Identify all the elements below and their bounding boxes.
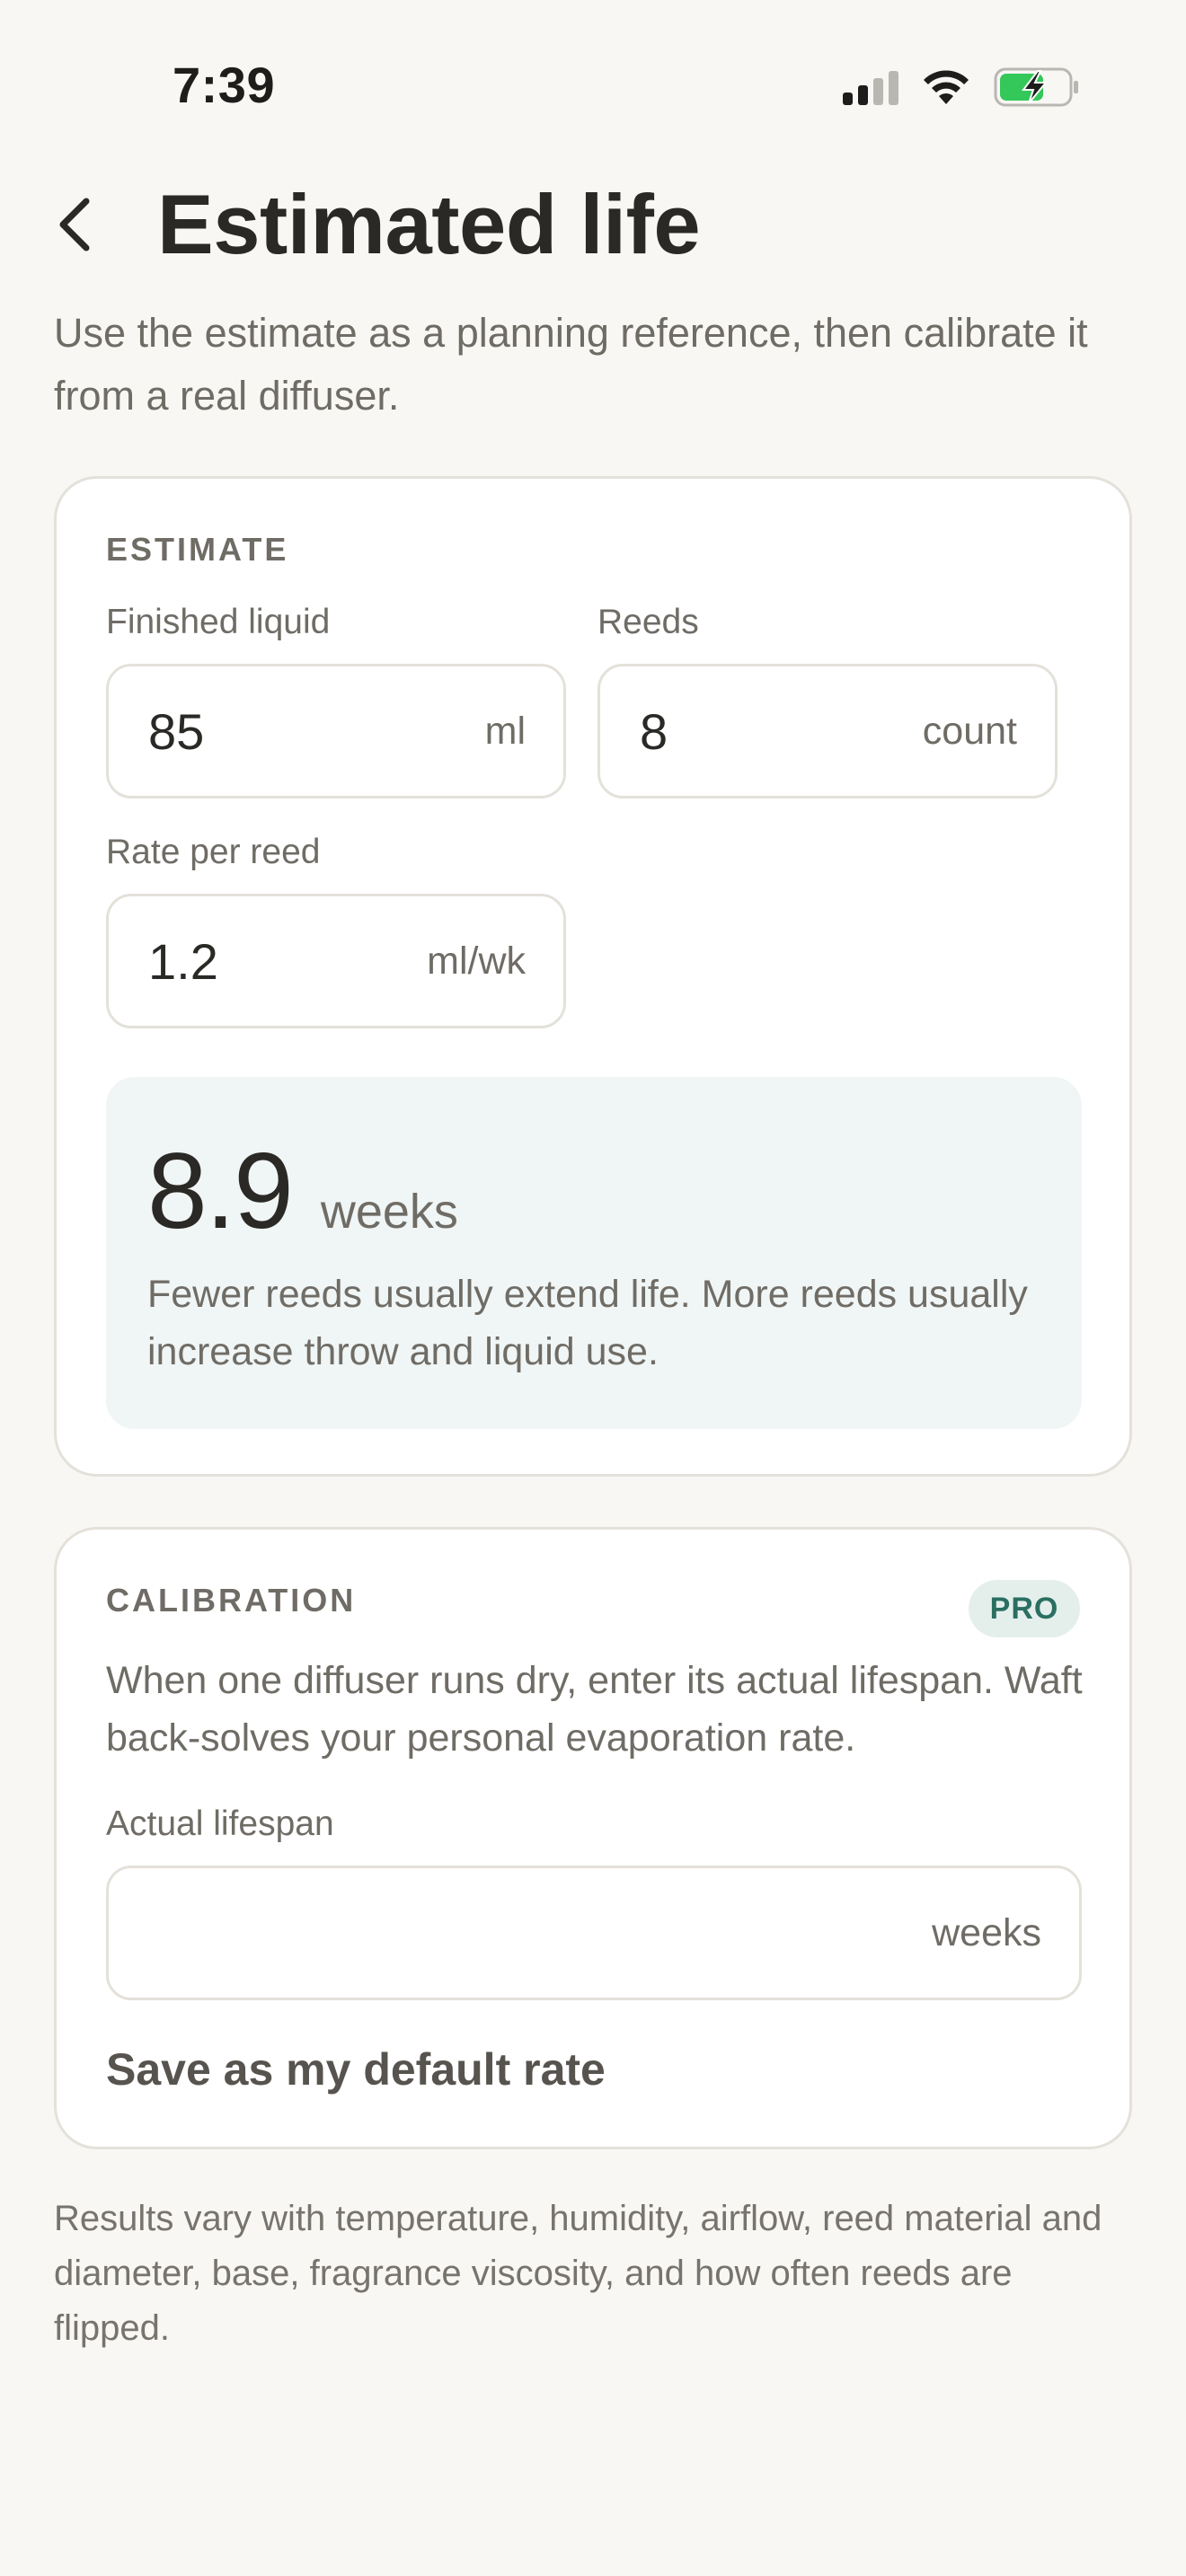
intro-text: Use the estimate as a planning reference… bbox=[54, 310, 1088, 419]
actual-lifespan-label: Actual lifespan bbox=[106, 1804, 334, 1843]
finished-liquid-input[interactable]: 85 ml bbox=[106, 664, 566, 798]
status-icons bbox=[843, 63, 1080, 111]
calibration-card: CALIBRATION PRO When one diffuser runs d… bbox=[54, 1527, 1132, 2149]
estimate-result-unit: weeks bbox=[320, 1185, 458, 1239]
rate-per-reed-unit: ml/wk bbox=[427, 939, 526, 983]
estimate-card: ESTIMATE Finished liquid 85 ml Reeds 8 c… bbox=[54, 476, 1132, 1477]
page-header: Estimated life bbox=[54, 171, 701, 278]
page-title: Estimated life bbox=[157, 177, 701, 271]
cellular-signal-icon bbox=[843, 69, 898, 105]
status-time: 7:39 bbox=[173, 57, 276, 113]
pro-badge: PRO bbox=[969, 1580, 1080, 1637]
calibration-section-label: CALIBRATION bbox=[106, 1582, 357, 1619]
actual-lifespan-input[interactable]: weeks bbox=[106, 1866, 1082, 2000]
reeds-label: Reeds bbox=[597, 603, 699, 641]
rate-per-reed-input[interactable]: 1.2 ml/wk bbox=[106, 894, 566, 1028]
estimate-result-note: Fewer reeds usually extend life. More re… bbox=[147, 1273, 1028, 1373]
reeds-value: 8 bbox=[640, 702, 668, 760]
reeds-unit: count bbox=[922, 709, 1017, 753]
estimate-result-panel: 8.9 weeks Fewer reeds usually extend lif… bbox=[106, 1077, 1082, 1429]
battery-charging-icon bbox=[994, 67, 1078, 107]
disclaimer-footnote: Results vary with temperature, humidity,… bbox=[54, 2199, 1102, 2348]
reeds-input[interactable]: 8 count bbox=[597, 664, 1058, 798]
save-default-rate-button[interactable]: Save as my default rate bbox=[106, 2043, 606, 2095]
estimate-result-value: 8.9 bbox=[147, 1131, 294, 1251]
rate-per-reed-value: 1.2 bbox=[148, 932, 218, 990]
finished-liquid-unit: ml bbox=[484, 709, 526, 753]
finished-liquid-value: 85 bbox=[148, 702, 205, 760]
status-bar: 7:39 bbox=[0, 0, 1186, 153]
chevron-left-icon bbox=[59, 198, 90, 251]
calibration-description: When one diffuser runs dry, enter its ac… bbox=[106, 1659, 1083, 1760]
wifi-icon bbox=[924, 70, 969, 104]
estimate-result: 8.9 weeks bbox=[147, 1129, 458, 1253]
estimate-section-label: ESTIMATE bbox=[106, 531, 289, 568]
actual-lifespan-unit: weeks bbox=[932, 1910, 1041, 1954]
finished-liquid-label: Finished liquid bbox=[106, 603, 331, 641]
rate-per-reed-label: Rate per reed bbox=[106, 833, 321, 871]
back-button[interactable] bbox=[54, 180, 126, 269]
